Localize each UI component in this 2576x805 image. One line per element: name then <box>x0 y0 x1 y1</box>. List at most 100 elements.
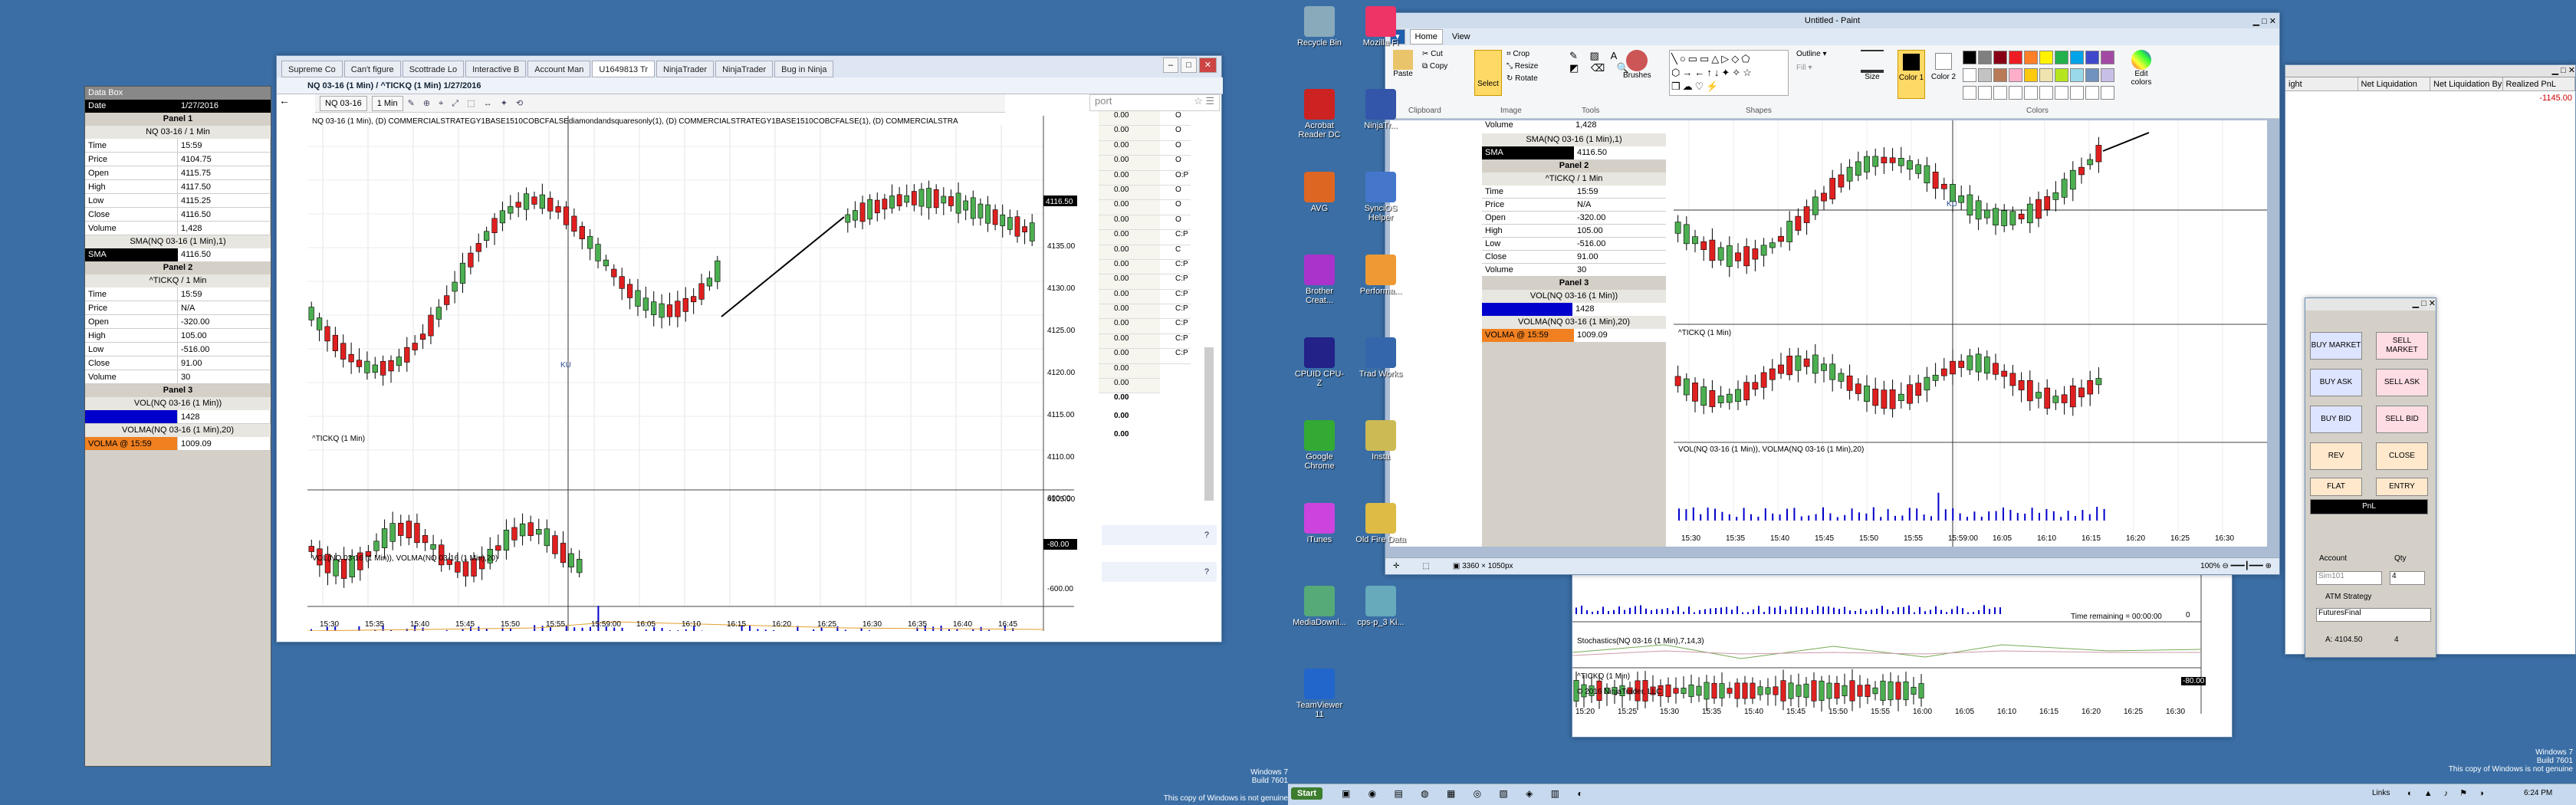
palette-swatch[interactable] <box>2055 68 2068 82</box>
palette-swatch[interactable] <box>2070 86 2084 100</box>
brushes-button[interactable]: Brushes <box>1623 50 1651 80</box>
outline-button[interactable]: Outline ▾ <box>1796 50 1827 58</box>
palette-swatch[interactable] <box>1993 68 2007 82</box>
desktop-icon[interactable]: Brother Creat... <box>1293 255 1346 305</box>
desktop-icon[interactable]: MediaDownl... <box>1293 586 1346 627</box>
palette-swatch[interactable] <box>1963 68 1976 82</box>
shapes-gallery[interactable]: ╲○▭▭△▷◇⬠ ⬡→←↑↓✦✧☆ ❒☁♡⚡ <box>1669 50 1789 96</box>
maximize-button[interactable]: □ <box>1181 58 1197 73</box>
close-position-button[interactable]: CLOSE <box>2376 442 2428 470</box>
palette-swatch[interactable] <box>2024 51 2038 64</box>
browser-tab[interactable]: U1649813 Tr <box>592 61 656 77</box>
desktop-icon[interactable]: TeamViewer 11 <box>1293 669 1346 719</box>
paint-window-controls[interactable]: ▁ □ ✕ <box>2253 14 2276 29</box>
account-grid-row[interactable]: -1145.00 <box>2285 91 2575 105</box>
desktop-icon[interactable]: Mozilla Fi <box>1354 6 1408 48</box>
account-window-controls[interactable]: ▁ □ ✕ <box>2552 65 2575 75</box>
account-column-header[interactable]: ight <box>2285 77 2358 90</box>
browser-tab[interactable]: NinjaTrader <box>656 61 715 77</box>
instrument-select[interactable]: NQ 03-16 <box>320 95 367 111</box>
browser-tab[interactable]: Interactive B <box>465 61 527 77</box>
start-button[interactable]: Start <box>1291 787 1323 800</box>
desktop-icon[interactable]: CPUID CPU-Z <box>1293 337 1346 388</box>
tab-view[interactable]: View <box>1447 32 1475 41</box>
palette-swatch[interactable] <box>2039 68 2053 82</box>
fill-button[interactable]: Fill ▾ <box>1796 64 1812 72</box>
desktop-icon[interactable]: Trad Works <box>1354 337 1408 379</box>
sell-ask-button[interactable]: SELL ASK <box>2376 369 2428 396</box>
rev-button[interactable]: REV <box>2310 442 2362 470</box>
resize-button[interactable]: ⤡ Resize <box>1506 62 1538 71</box>
desktop-icon[interactable]: NinjaTr... <box>1354 89 1408 130</box>
scrollbar[interactable] <box>1204 347 1214 501</box>
paste-button[interactable]: Paste <box>1393 50 1413 78</box>
palette-swatch[interactable] <box>2101 68 2114 82</box>
desktop-icon[interactable]: Old Fire Data <box>1354 503 1408 544</box>
browser-tab[interactable]: Bug in Ninja <box>774 61 834 77</box>
color2-button[interactable]: Color 2 <box>1930 50 1957 81</box>
tray-icons[interactable]: ◐ ▲ ♪ ⚑ ◑ <box>2407 788 2489 798</box>
select-button[interactable]: Select <box>1474 50 1502 96</box>
links-toolbar[interactable]: Links <box>2372 789 2390 797</box>
palette-swatch[interactable] <box>2101 86 2114 100</box>
browser-tab[interactable]: NinjaTrader <box>715 61 774 77</box>
desktop-icon[interactable]: Performa... <box>1354 255 1408 296</box>
palette-swatch[interactable] <box>1963 86 1976 100</box>
tool-icons[interactable]: ✎ ⊕ ⌖ ⤢ ⬚ ↔ ✦ ⟲ <box>408 98 527 109</box>
palette-swatch[interactable] <box>2009 86 2022 100</box>
clock[interactable]: 6:24 PM <box>2524 789 2552 797</box>
edit-colors-button[interactable]: Edit colors <box>2126 50 2157 87</box>
browser-tab[interactable]: Can't figure <box>343 61 401 77</box>
palette-swatch[interactable] <box>2085 68 2099 82</box>
zoom-control[interactable]: 100% ⊖ ━━━┃━━━ ⊕ <box>2200 562 2279 570</box>
browser-tab[interactable]: Account Man <box>527 61 591 77</box>
palette-swatch[interactable] <box>2009 68 2022 82</box>
browser-tab[interactable]: Supreme Co <box>281 61 343 77</box>
size-button[interactable]: Size <box>1861 50 1884 81</box>
desktop-icon[interactable]: Insta <box>1354 420 1408 462</box>
browser-tab[interactable]: Scottrade Lo <box>402 61 465 77</box>
desktop-icon[interactable]: Recycle Bin <box>1293 6 1346 48</box>
tab-home[interactable]: Home <box>1409 29 1443 44</box>
palette-swatch[interactable] <box>1978 68 1992 82</box>
palette-swatch[interactable] <box>2055 86 2068 100</box>
cut-button[interactable]: ✂ Cut <box>1422 50 1443 58</box>
star-icon[interactable]: ☆ ☰ <box>1194 95 1219 107</box>
account-column-header[interactable]: Net Liquidation By <box>2430 77 2503 90</box>
flat-button[interactable]: FLAT <box>2310 478 2362 496</box>
palette-swatch[interactable] <box>2009 51 2022 64</box>
palette-swatch[interactable] <box>2039 86 2053 100</box>
desktop-icon[interactable]: SynciOS Helper <box>1354 172 1408 222</box>
account-select[interactable]: Sim101 <box>2316 571 2382 585</box>
qty-input[interactable]: 4 <box>2390 571 2425 585</box>
taskbar-app-icons[interactable]: ▣ ◉ ▤ ◍ ▦ ◎ ▧ ◈ ▥ ◐ <box>1342 788 1591 799</box>
rotate-button[interactable]: ↻ Rotate <box>1506 74 1538 83</box>
palette-swatch[interactable] <box>1963 51 1976 64</box>
palette-swatch[interactable] <box>2101 51 2114 64</box>
entry-button[interactable]: ENTRY <box>2376 478 2428 496</box>
palette-swatch[interactable] <box>2024 86 2038 100</box>
back-icon[interactable]: ← <box>277 94 292 111</box>
buy-ask-button[interactable]: BUY ASK <box>2310 369 2362 396</box>
trade-panel-controls[interactable]: ▁ □ ✕ <box>2305 298 2436 310</box>
paint-canvas[interactable]: Volume 1,428 SMA(NQ 03-16 (1 Min),1) SMA 4… <box>1390 120 2267 547</box>
palette-swatch[interactable] <box>1978 51 1992 64</box>
close-button[interactable]: ✕ <box>1198 58 1217 73</box>
search-box[interactable]: port ☆ ☰ <box>1089 94 1220 111</box>
copy-button[interactable]: ⧉ Copy <box>1422 62 1447 71</box>
desktop-icon[interactable]: cps-p_3 Ki... <box>1354 586 1408 627</box>
color1-button[interactable]: Color 1 <box>1898 50 1925 99</box>
sell-market-button[interactable]: SELL MARKET <box>2376 332 2428 360</box>
palette-swatch[interactable] <box>2055 51 2068 64</box>
buy-market-button[interactable]: BUY MARKET <box>2310 332 2362 360</box>
atm-select[interactable]: FuturesFinal <box>2316 608 2431 622</box>
help-button-2[interactable]: ? <box>1102 562 1217 582</box>
account-column-header[interactable]: Net Liquidation <box>2358 77 2430 90</box>
sell-bid-button[interactable]: SELL BID <box>2376 406 2428 433</box>
palette-swatch[interactable] <box>1978 86 1992 100</box>
desktop-icon[interactable]: AVG <box>1293 172 1346 213</box>
palette-swatch[interactable] <box>2070 51 2084 64</box>
palette-swatch[interactable] <box>1993 51 2007 64</box>
crop-button[interactable]: ⌗ Crop <box>1506 50 1530 58</box>
palette-swatch[interactable] <box>2085 86 2099 100</box>
